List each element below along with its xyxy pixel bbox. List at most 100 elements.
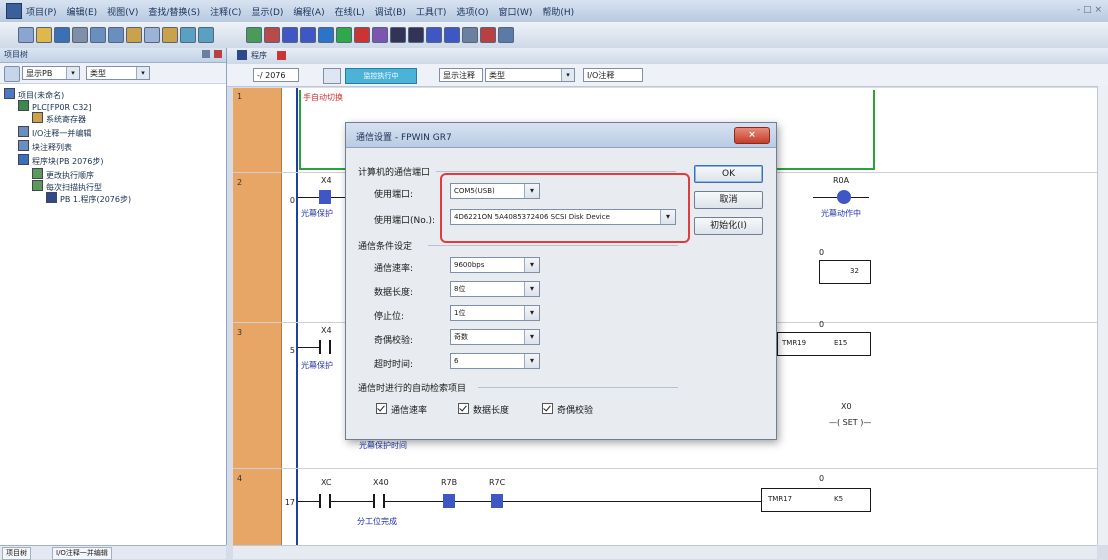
set-instruction[interactable]: —( SET )— bbox=[829, 418, 871, 427]
mode-button[interactable]: 监控执行中 bbox=[345, 68, 417, 84]
group-divider bbox=[428, 245, 678, 246]
menu-item[interactable]: 编辑(E) bbox=[66, 5, 97, 18]
replace-icon[interactable] bbox=[198, 27, 214, 43]
menu-item[interactable]: 视图(V) bbox=[107, 5, 138, 18]
menu-item[interactable]: 查找/替换(S) bbox=[148, 5, 200, 18]
contact-no-icon[interactable] bbox=[390, 27, 406, 43]
download-icon[interactable] bbox=[282, 27, 298, 43]
menu-item[interactable]: 在线(L) bbox=[335, 5, 365, 18]
menu-item[interactable]: 工具(T) bbox=[416, 5, 447, 18]
coil-element[interactable] bbox=[837, 190, 851, 204]
close-icon[interactable] bbox=[277, 51, 286, 60]
menu-item[interactable]: 编程(A) bbox=[293, 5, 324, 18]
paste-icon[interactable] bbox=[162, 27, 178, 43]
run-icon[interactable] bbox=[336, 27, 352, 43]
checkbox-baud[interactable]: 通信速率 bbox=[376, 403, 427, 416]
contact-nc-icon[interactable] bbox=[408, 27, 424, 43]
menu-item[interactable]: 调试(B) bbox=[375, 5, 406, 18]
online-icon[interactable] bbox=[246, 27, 262, 43]
pin-icon[interactable] bbox=[202, 50, 210, 58]
menu-item[interactable]: 显示(D) bbox=[251, 5, 283, 18]
tree-item-label: 块注释列表 bbox=[32, 143, 72, 152]
comment-type-combo[interactable]: 类型 ▾ bbox=[485, 68, 575, 82]
checkbox-label: 数据长度 bbox=[473, 406, 510, 416]
close-icon[interactable] bbox=[214, 50, 222, 58]
menu-item[interactable]: 注释(C) bbox=[210, 5, 241, 18]
io-comment-toggle[interactable]: I/O注释 bbox=[583, 68, 643, 82]
tree-node-icon bbox=[32, 112, 43, 123]
timer-box[interactable]: TMR19 E15 bbox=[777, 332, 871, 356]
copy-icon[interactable] bbox=[144, 27, 160, 43]
row-number: 3 bbox=[237, 328, 243, 337]
tab-program[interactable]: 程序 bbox=[251, 50, 267, 61]
tree-item[interactable]: PLC[FP0R C32] bbox=[18, 100, 92, 112]
tree-node-icon bbox=[32, 168, 43, 179]
vertical-scrollbar[interactable] bbox=[1097, 86, 1108, 545]
coil-icon[interactable] bbox=[426, 27, 442, 43]
upload-icon[interactable] bbox=[300, 27, 316, 43]
checkbox-checked-icon bbox=[542, 403, 553, 414]
tree-item[interactable]: 程序块(PB 2076步) bbox=[18, 154, 103, 167]
contact-element[interactable] bbox=[443, 494, 455, 508]
filter-icon[interactable] bbox=[4, 66, 20, 82]
comment-mode[interactable]: 显示注释 bbox=[439, 68, 483, 82]
port-no-select[interactable]: 4D6221ON 5A4085372406 SCSI Disk Device ▾ bbox=[450, 209, 676, 225]
tab-project-tree[interactable]: 项目树 bbox=[2, 547, 31, 560]
timer-value: 0 bbox=[819, 248, 825, 257]
contact-element[interactable] bbox=[319, 494, 331, 508]
timeout-select[interactable]: 6 ▾ bbox=[450, 353, 540, 369]
delete-icon[interactable] bbox=[480, 27, 496, 43]
port-select[interactable]: COM5(USB) ▾ bbox=[450, 183, 540, 199]
baud-select[interactable]: 9600bps ▾ bbox=[450, 257, 540, 273]
stopbit-select[interactable]: 1位 ▾ bbox=[450, 305, 540, 321]
datalen-select[interactable]: 8位 ▾ bbox=[450, 281, 540, 297]
step-field[interactable]: -/ 2076 bbox=[253, 68, 299, 82]
cut-icon[interactable] bbox=[126, 27, 142, 43]
checkbox-datalen[interactable]: 数据长度 bbox=[458, 403, 509, 416]
stop-icon[interactable] bbox=[354, 27, 370, 43]
contact-element[interactable] bbox=[373, 494, 385, 508]
set-label: SET bbox=[842, 418, 858, 427]
function-box[interactable]: 32 bbox=[819, 260, 871, 284]
contact-address: X4 bbox=[321, 326, 332, 335]
offline-icon[interactable] bbox=[264, 27, 280, 43]
baud-value: 9600bps bbox=[454, 261, 485, 269]
tree-item[interactable]: 系统寄存器 bbox=[32, 112, 86, 125]
timer-box[interactable]: TMR17 K5 bbox=[761, 488, 871, 512]
horizontal-scrollbar[interactable] bbox=[233, 545, 1097, 559]
contact-element[interactable] bbox=[319, 190, 331, 204]
compile-icon[interactable] bbox=[372, 27, 388, 43]
contact-nc-element[interactable] bbox=[319, 340, 331, 354]
initialize-button[interactable]: 初始化(I) bbox=[694, 217, 763, 235]
type-combo[interactable]: 类型 ▾ bbox=[86, 66, 150, 80]
tab-io-comment[interactable]: I/O注释一并编辑 bbox=[52, 547, 112, 560]
parity-select[interactable]: 奇数 ▾ bbox=[450, 329, 540, 345]
window-controls[interactable]: - □ × bbox=[1077, 5, 1102, 15]
open-icon[interactable] bbox=[36, 27, 52, 43]
redo-icon[interactable] bbox=[108, 27, 124, 43]
line-icon[interactable] bbox=[462, 27, 478, 43]
tree-item[interactable]: PB 1.程序(2076步) bbox=[46, 192, 131, 205]
menu-item[interactable]: 项目(P) bbox=[26, 5, 56, 18]
contact-element[interactable] bbox=[491, 494, 503, 508]
save-icon[interactable] bbox=[54, 27, 70, 43]
display-combo[interactable]: 显示PB ▾ bbox=[22, 66, 80, 80]
editor-toolbar: -/ 2076 监控执行中 显示注释 类型 ▾ I/O注释 bbox=[227, 64, 1108, 87]
tree-item[interactable]: I/O注释一并编辑 bbox=[18, 126, 91, 139]
checkbox-parity[interactable]: 奇偶校验 bbox=[542, 403, 593, 416]
monitor-icon[interactable] bbox=[318, 27, 334, 43]
menu-item[interactable]: 帮助(H) bbox=[542, 5, 574, 18]
undo-icon[interactable] bbox=[90, 27, 106, 43]
tree-item[interactable]: 块注释列表 bbox=[18, 140, 72, 153]
cancel-button[interactable]: 取消 bbox=[694, 191, 763, 209]
function-icon[interactable] bbox=[444, 27, 460, 43]
new-icon[interactable] bbox=[18, 27, 34, 43]
menu-item[interactable]: 窗口(W) bbox=[498, 5, 532, 18]
ok-button[interactable]: OK bbox=[694, 165, 763, 183]
print-icon[interactable] bbox=[72, 27, 88, 43]
close-button[interactable]: × bbox=[734, 127, 770, 144]
zoom-icon[interactable] bbox=[498, 27, 514, 43]
menu-item[interactable]: 选项(O) bbox=[456, 5, 488, 18]
find-icon[interactable] bbox=[180, 27, 196, 43]
monitor-icon[interactable] bbox=[323, 68, 341, 84]
